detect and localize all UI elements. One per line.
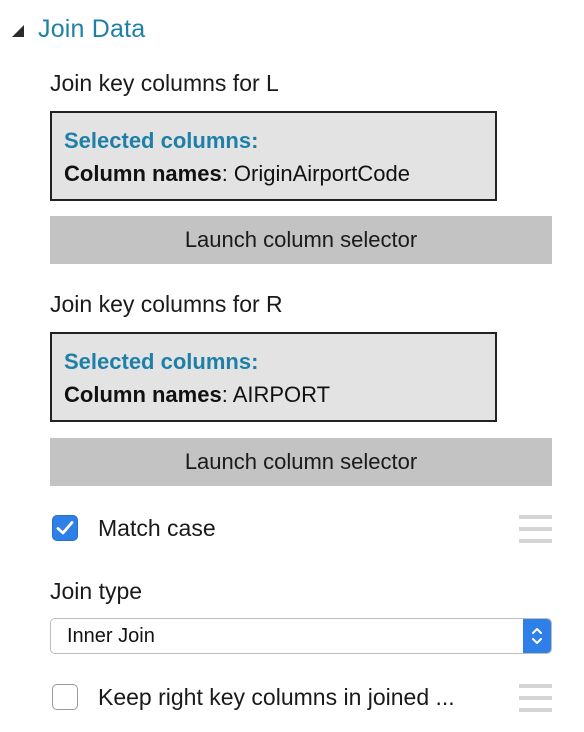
drag-handle-icon[interactable] (519, 684, 552, 712)
launch-column-selector-left-button[interactable]: Launch column selector (50, 216, 552, 264)
selected-columns-right-box: Selected columns: Column names: AIRPORT (50, 332, 497, 422)
join-key-right-label: Join key columns for R (50, 291, 283, 317)
launch-column-selector-right-button[interactable]: Launch column selector (50, 438, 552, 486)
column-names-key: Column names (64, 161, 222, 186)
join-type-value: Inner Join (67, 624, 155, 647)
column-names-value: : AIRPORT (221, 382, 331, 407)
keep-right-key-row: Keep right key columns in joined ... (52, 680, 455, 714)
join-key-left-label: Join key columns for L (50, 70, 279, 96)
selected-columns-heading: Selected columns: (64, 128, 259, 153)
panel-title: Join Data (38, 14, 146, 43)
panel-header[interactable]: Join Data (12, 10, 145, 48)
checkmark-icon (56, 521, 74, 535)
keep-right-key-label: Keep right key columns in joined ... (98, 683, 455, 710)
column-names-key: Column names (64, 382, 222, 407)
column-names-value: : OriginAirportCode (221, 161, 411, 186)
match-case-label: Match case (98, 514, 216, 541)
collapse-triangle-icon[interactable] (12, 25, 24, 37)
select-arrows-icon[interactable] (523, 619, 551, 653)
match-case-row: Match case (52, 511, 216, 545)
join-type-label: Join type (50, 578, 143, 604)
drag-handle-icon[interactable] (519, 515, 552, 543)
column-names-line: Column names: AIRPORT (64, 378, 483, 412)
selected-columns-left-box: Selected columns: Column names: OriginAi… (50, 111, 497, 201)
selected-columns-heading: Selected columns: (64, 349, 259, 374)
keep-right-key-checkbox[interactable] (52, 684, 78, 710)
column-names-line: Column names: OriginAirportCode (64, 157, 483, 191)
join-type-select[interactable]: Inner Join (50, 618, 552, 654)
match-case-checkbox[interactable] (52, 515, 78, 541)
